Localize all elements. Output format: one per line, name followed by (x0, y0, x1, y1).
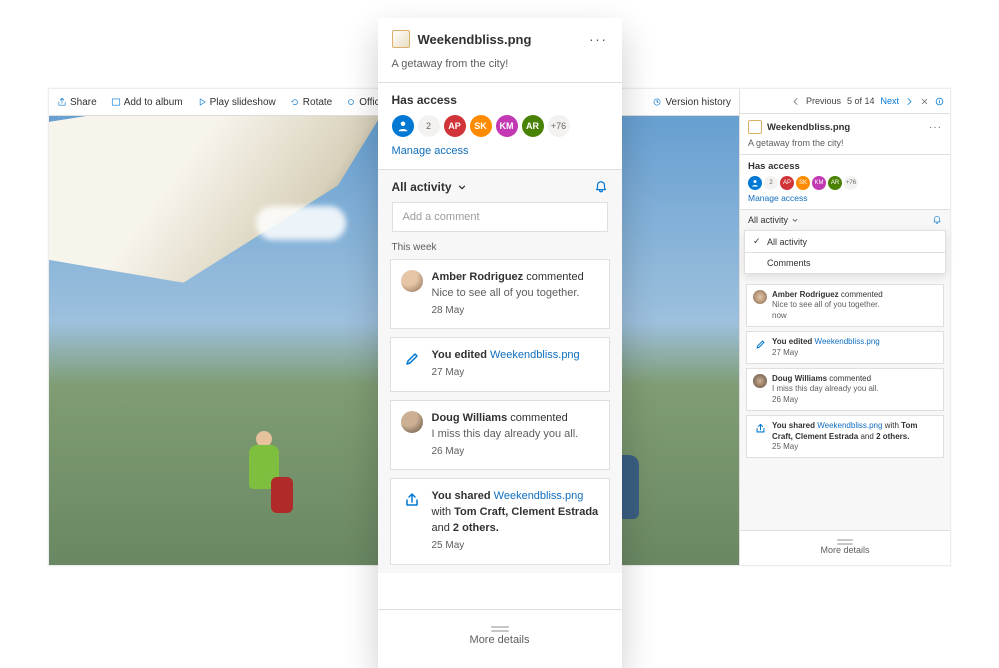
small-activity-card: Doug Williams commentedI miss this day a… (746, 368, 944, 411)
drag-handle-icon (837, 539, 853, 541)
chevron-down-icon (791, 216, 799, 224)
access-section: Has access 2 AP SK KM AR +76 Manage acce… (378, 83, 622, 170)
image-file-icon (748, 120, 762, 134)
rotate-icon (290, 97, 300, 107)
pagination-bar: Previous 5 of 14 Next (740, 89, 950, 114)
avatar-overflow[interactable]: +76 (548, 115, 570, 137)
activity-card-edit: You edited Weekendbliss.png 27 May (390, 337, 610, 391)
comment-input[interactable]: Add a comment (392, 202, 608, 232)
avatar[interactable]: AP (444, 115, 466, 137)
small-file-name: Weekendbliss.png (767, 122, 850, 133)
activity-card-share: You shared Weekendbliss.png with Tom Cra… (390, 478, 610, 564)
small-more-details[interactable]: More details (740, 530, 950, 565)
more-actions-button[interactable]: ··· (589, 31, 608, 47)
activity-card-comment: Doug Williams commented I miss this day … (390, 400, 610, 470)
version-history-button[interactable]: Version history (652, 97, 731, 108)
manage-access-link[interactable]: Manage access (392, 145, 608, 157)
avatar[interactable]: SK (470, 115, 492, 137)
dropdown-option-comments[interactable]: Comments (745, 253, 945, 273)
access-heading: Has access (392, 93, 608, 107)
bell-icon[interactable] (932, 215, 942, 225)
small-activity-card: You shared Weekendbliss.png with Tom Cra… (746, 415, 944, 458)
close-icon[interactable] (920, 97, 929, 106)
next-link[interactable]: Next (880, 96, 899, 106)
history-icon (652, 97, 662, 107)
rotate-button[interactable]: Rotate (290, 97, 332, 108)
avatar (401, 411, 423, 433)
avatar-overflow[interactable]: +76 (844, 176, 858, 190)
share-icon (401, 489, 423, 511)
previous-link[interactable]: Previous (806, 96, 841, 106)
small-access-heading: Has access (748, 161, 942, 172)
small-filter-dropdown: ✓All activity Comments (744, 230, 946, 274)
avatar[interactable]: 2 (418, 115, 440, 137)
activity-card-comment: Amber Rodriguez commented Nice to see al… (390, 259, 610, 329)
activity-feed: Amber Rodriguez commented Nice to see al… (378, 259, 622, 565)
bell-icon[interactable] (594, 180, 608, 194)
chevron-left-icon[interactable] (791, 97, 800, 106)
album-icon (111, 97, 121, 107)
chevron-right-icon[interactable] (905, 97, 914, 106)
more-details[interactable]: More details (378, 609, 622, 664)
add-to-album-button[interactable]: Add to album (111, 97, 183, 108)
share-icon (57, 97, 67, 107)
page-count: 5 of 14 (847, 96, 875, 106)
avatar[interactable]: AR (522, 115, 544, 137)
share-button[interactable]: Share (57, 97, 97, 108)
activity-section: All activity Add a comment This week Amb… (378, 170, 622, 573)
share-icon (753, 421, 767, 435)
avatar[interactable]: AR (828, 176, 842, 190)
details-pane-small: Previous 5 of 14 Next Weekendbliss.png ·… (739, 89, 950, 565)
small-activity-card: Amber Rodriguez commentedNice to see all… (746, 284, 944, 327)
lens-icon (346, 97, 356, 107)
small-activity-filter[interactable]: All activity (740, 210, 950, 230)
small-access-block: Has access 2 AP SK KM AR +76 Manage acce… (740, 155, 950, 210)
play-slideshow-button[interactable]: Play slideshow (197, 97, 276, 108)
small-file-header: Weekendbliss.png ··· (740, 114, 950, 136)
avatar[interactable]: AP (780, 176, 794, 190)
small-more-button[interactable]: ··· (929, 122, 942, 133)
small-manage-access-link[interactable]: Manage access (748, 193, 942, 203)
edit-icon (401, 348, 423, 370)
small-avatar-row: 2 AP SK KM AR +76 (748, 176, 942, 190)
file-name: Weekendbliss.png (418, 32, 532, 47)
info-icon[interactable] (935, 97, 944, 106)
chevron-down-icon (457, 182, 467, 192)
avatar-owner[interactable] (392, 115, 414, 137)
small-file-caption: A getaway from the city! (740, 136, 950, 155)
avatar (753, 290, 767, 304)
edit-icon (753, 337, 767, 351)
avatar[interactable] (748, 176, 762, 190)
dropdown-option-all[interactable]: ✓All activity (745, 231, 945, 253)
image-file-icon (392, 30, 410, 48)
avatar[interactable]: KM (812, 176, 826, 190)
avatar (753, 374, 767, 388)
file-caption: A getaway from the city! (378, 54, 622, 83)
small-activity-card: You edited Weekendbliss.png27 May (746, 331, 944, 364)
small-activity-feed: Amber Rodriguez commentedNice to see all… (740, 280, 950, 462)
details-pane: Weekendbliss.png ··· A getaway from the … (378, 18, 622, 668)
drag-handle-icon (491, 626, 509, 628)
activity-filter[interactable]: All activity (378, 170, 622, 202)
avatar[interactable]: 2 (764, 176, 778, 190)
play-icon (197, 97, 207, 107)
avatar-row: 2 AP SK KM AR +76 (392, 115, 608, 137)
avatar[interactable]: KM (496, 115, 518, 137)
person-icon (397, 120, 409, 132)
avatar (401, 270, 423, 292)
file-header: Weekendbliss.png ··· (378, 18, 622, 54)
avatar[interactable]: SK (796, 176, 810, 190)
activity-group-label: This week (378, 242, 622, 259)
